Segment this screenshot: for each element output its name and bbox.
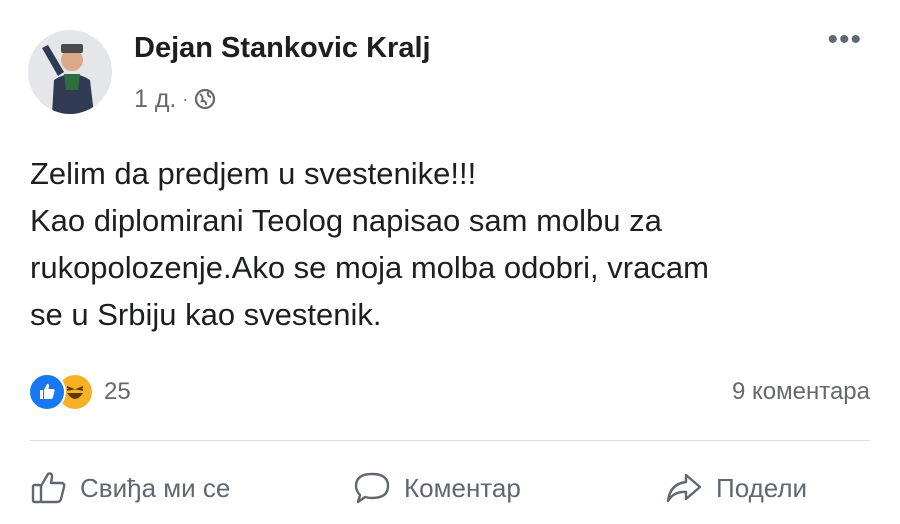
- globe-icon[interactable]: [194, 88, 216, 110]
- post-timestamp[interactable]: 1 д.: [134, 85, 176, 114]
- like-button[interactable]: Свиђа ми се: [30, 466, 230, 510]
- comment-bubble-icon: [354, 472, 390, 504]
- share-button[interactable]: Подели: [664, 466, 807, 510]
- avatar[interactable]: [28, 30, 112, 114]
- share-arrow-icon: [666, 473, 702, 503]
- share-button-label: Подели: [716, 472, 808, 503]
- divider: [30, 440, 870, 441]
- like-icon: [28, 373, 66, 411]
- thumbs-up-icon: [31, 472, 66, 504]
- author-name[interactable]: Dejan Stankovic Kralj: [134, 32, 431, 65]
- post-card: Dejan Stankovic Kralj 1 д. · ••• Zelim d…: [0, 0, 900, 524]
- like-button-label: Свиђа ми се: [80, 472, 231, 503]
- comment-button[interactable]: Коментар: [352, 466, 521, 510]
- post-text: Zelim da predjem u svestenike!!! Kao dip…: [30, 150, 870, 338]
- post-text-line: Zelim da predjem u svestenike!!!: [30, 156, 477, 191]
- reactions-summary[interactable]: 25: [28, 373, 131, 411]
- post-text-line: rukopolozenje.Ako se moja molba odobri, …: [30, 250, 709, 285]
- post-meta: 1 д. ·: [134, 84, 216, 114]
- meta-separator: ·: [182, 88, 189, 109]
- comments-count[interactable]: 9 коментара: [732, 378, 870, 406]
- more-options-button[interactable]: •••: [827, 25, 862, 55]
- reaction-count: 25: [104, 378, 131, 405]
- post-text-line: se u Srbiju kao svestenik.: [30, 297, 382, 332]
- action-bar: Свиђа ми се Коментар Подели: [0, 466, 900, 510]
- comment-button-label: Коментар: [404, 472, 521, 503]
- post-text-line: Kao diplomirani Teolog napisao sam molbu…: [30, 203, 662, 238]
- avatar-image: [28, 30, 112, 114]
